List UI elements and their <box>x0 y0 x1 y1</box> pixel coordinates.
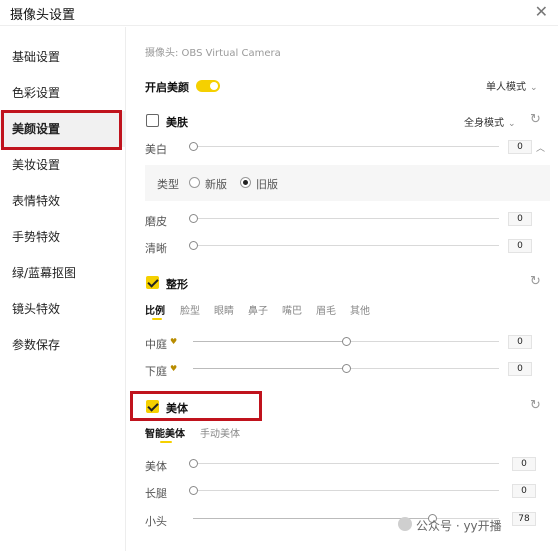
refresh-icon[interactable]: ↻ <box>530 398 541 413</box>
sidebar-item-label: 美妆设置 <box>12 158 61 172</box>
sharpen-slider[interactable] <box>189 241 499 251</box>
tab-eyebrows[interactable]: 眉毛 <box>316 302 336 317</box>
main-panel: 摄像头: OBS Virtual Camera 开启美颜 单人模式 ⌄ 美肤 全身… <box>126 27 558 551</box>
smooth-label: 磨皮 <box>145 215 167 228</box>
chevron-up-icon[interactable]: ︿ <box>536 141 545 154</box>
body-slim-slider[interactable] <box>189 459 499 469</box>
sidebar-item-basic[interactable]: 基础设置 <box>0 39 126 75</box>
sidebar-item-lens-effects[interactable]: 镜头特效 <box>0 291 126 327</box>
sidebar-item-color[interactable]: 色彩设置 <box>0 75 126 111</box>
midface-label: 中庭 <box>145 338 167 351</box>
long-legs-label: 长腿 <box>145 487 167 500</box>
close-icon[interactable]: ✕ <box>535 2 548 21</box>
whiten-label: 美白 <box>145 143 167 156</box>
sharpen-slider-thumb[interactable] <box>189 241 198 250</box>
midface-value[interactable]: 0 <box>508 335 532 349</box>
skin-label: 美肤 <box>166 116 188 129</box>
sidebar-item-label: 手势特效 <box>12 230 61 244</box>
skin-type-label: 类型 <box>157 178 179 191</box>
body-checkbox[interactable] <box>146 400 159 413</box>
lowerface-slider[interactable] <box>193 364 499 374</box>
tab-eyes[interactable]: 眼睛 <box>214 302 234 317</box>
lowerface-slider-thumb[interactable] <box>342 364 351 373</box>
sidebar-item-chroma-key[interactable]: 绿/蓝幕抠图 <box>0 255 126 291</box>
sharpen-label: 清晰 <box>145 242 167 255</box>
heart-icon: ♥ <box>170 364 178 373</box>
smooth-slider[interactable] <box>189 214 499 224</box>
watermark-text: 公众号 · yy开播 <box>416 519 502 533</box>
tab-proportion[interactable]: 比例 <box>145 302 165 317</box>
whiten-slider[interactable] <box>189 142 499 152</box>
reshape-label: 整形 <box>166 278 188 291</box>
window-title: 摄像头设置 <box>10 8 76 23</box>
midface-slider-thumb[interactable] <box>342 337 351 346</box>
body-slim-value[interactable]: 0 <box>512 457 536 471</box>
sidebar-item-gesture-effects[interactable]: 手势特效 <box>0 219 126 255</box>
wechat-icon <box>398 517 412 531</box>
sidebar-item-label: 绿/蓝幕抠图 <box>12 266 77 280</box>
mode-dropdown-value: 单人模式 <box>486 82 526 93</box>
skin-type-new-label: 新版 <box>205 178 227 191</box>
skin-type-new-radio[interactable] <box>189 177 200 188</box>
sidebar-item-save-params[interactable]: 参数保存 <box>0 327 126 363</box>
smooth-slider-thumb[interactable] <box>189 214 198 223</box>
sidebar-item-label: 参数保存 <box>12 338 61 352</box>
tab-underline <box>160 441 172 443</box>
whiten-value[interactable]: 0 <box>508 140 532 154</box>
camera-label: 摄像头: OBS Virtual Camera <box>145 48 281 59</box>
tab-mouth[interactable]: 嘴巴 <box>282 302 302 317</box>
title-bar: 摄像头设置 ✕ <box>0 0 558 26</box>
tab-underline <box>152 318 162 320</box>
sidebar-item-label: 表情特效 <box>12 194 61 208</box>
heart-icon: ♥ <box>170 337 178 346</box>
lowerface-label: 下庭 <box>145 365 167 378</box>
small-head-label: 小头 <box>145 515 167 528</box>
sidebar-item-label: 基础设置 <box>12 50 61 64</box>
midface-slider[interactable] <box>193 337 499 347</box>
tab-face-shape[interactable]: 脸型 <box>180 302 200 317</box>
whiten-slider-thumb[interactable] <box>189 142 198 151</box>
skin-type-old-label: 旧版 <box>256 178 278 191</box>
body-slim-label: 美体 <box>145 460 167 473</box>
long-legs-value[interactable]: 0 <box>512 484 536 498</box>
sidebar-item-label: 美颜设置 <box>12 122 61 136</box>
sharpen-value[interactable]: 0 <box>508 239 532 253</box>
smooth-value[interactable]: 0 <box>508 212 532 226</box>
tab-other[interactable]: 其他 <box>350 302 370 317</box>
skin-mode-dropdown[interactable]: 全身模式 ⌄ <box>464 114 516 129</box>
skin-type-old-radio[interactable] <box>240 177 251 188</box>
sidebar-item-makeup[interactable]: 美妆设置 <box>0 147 126 183</box>
sidebar-item-beauty[interactable]: 美颜设置 <box>0 111 126 147</box>
body-label: 美体 <box>166 402 188 415</box>
long-legs-slider-thumb[interactable] <box>189 486 198 495</box>
sidebar-item-expression-effects[interactable]: 表情特效 <box>0 183 126 219</box>
tab-smart-body[interactable]: 智能美体 <box>145 425 185 440</box>
refresh-icon[interactable]: ↻ <box>530 112 541 127</box>
chevron-down-icon: ⌄ <box>530 83 538 93</box>
chevron-down-icon: ⌄ <box>508 119 516 129</box>
enable-beauty-label: 开启美颜 <box>145 81 189 94</box>
sidebar: 基础设置 色彩设置 美颜设置 美妆设置 表情特效 手势特效 绿/蓝幕抠图 镜头特… <box>0 27 126 551</box>
sidebar-item-label: 镜头特效 <box>12 302 61 316</box>
skin-mode-dropdown-value: 全身模式 <box>464 118 504 129</box>
tab-nose[interactable]: 鼻子 <box>248 302 268 317</box>
enable-beauty-toggle[interactable] <box>196 80 220 92</box>
mode-dropdown[interactable]: 单人模式 ⌄ <box>486 78 538 93</box>
tab-manual-body[interactable]: 手动美体 <box>200 425 240 440</box>
sidebar-item-label: 色彩设置 <box>12 86 61 100</box>
skin-checkbox[interactable] <box>146 114 159 127</box>
refresh-icon[interactable]: ↻ <box>530 274 541 289</box>
body-slim-slider-thumb[interactable] <box>189 459 198 468</box>
long-legs-slider[interactable] <box>189 486 499 496</box>
reshape-checkbox[interactable] <box>146 276 159 289</box>
lowerface-value[interactable]: 0 <box>508 362 532 376</box>
small-head-value[interactable]: 78 <box>512 512 536 526</box>
